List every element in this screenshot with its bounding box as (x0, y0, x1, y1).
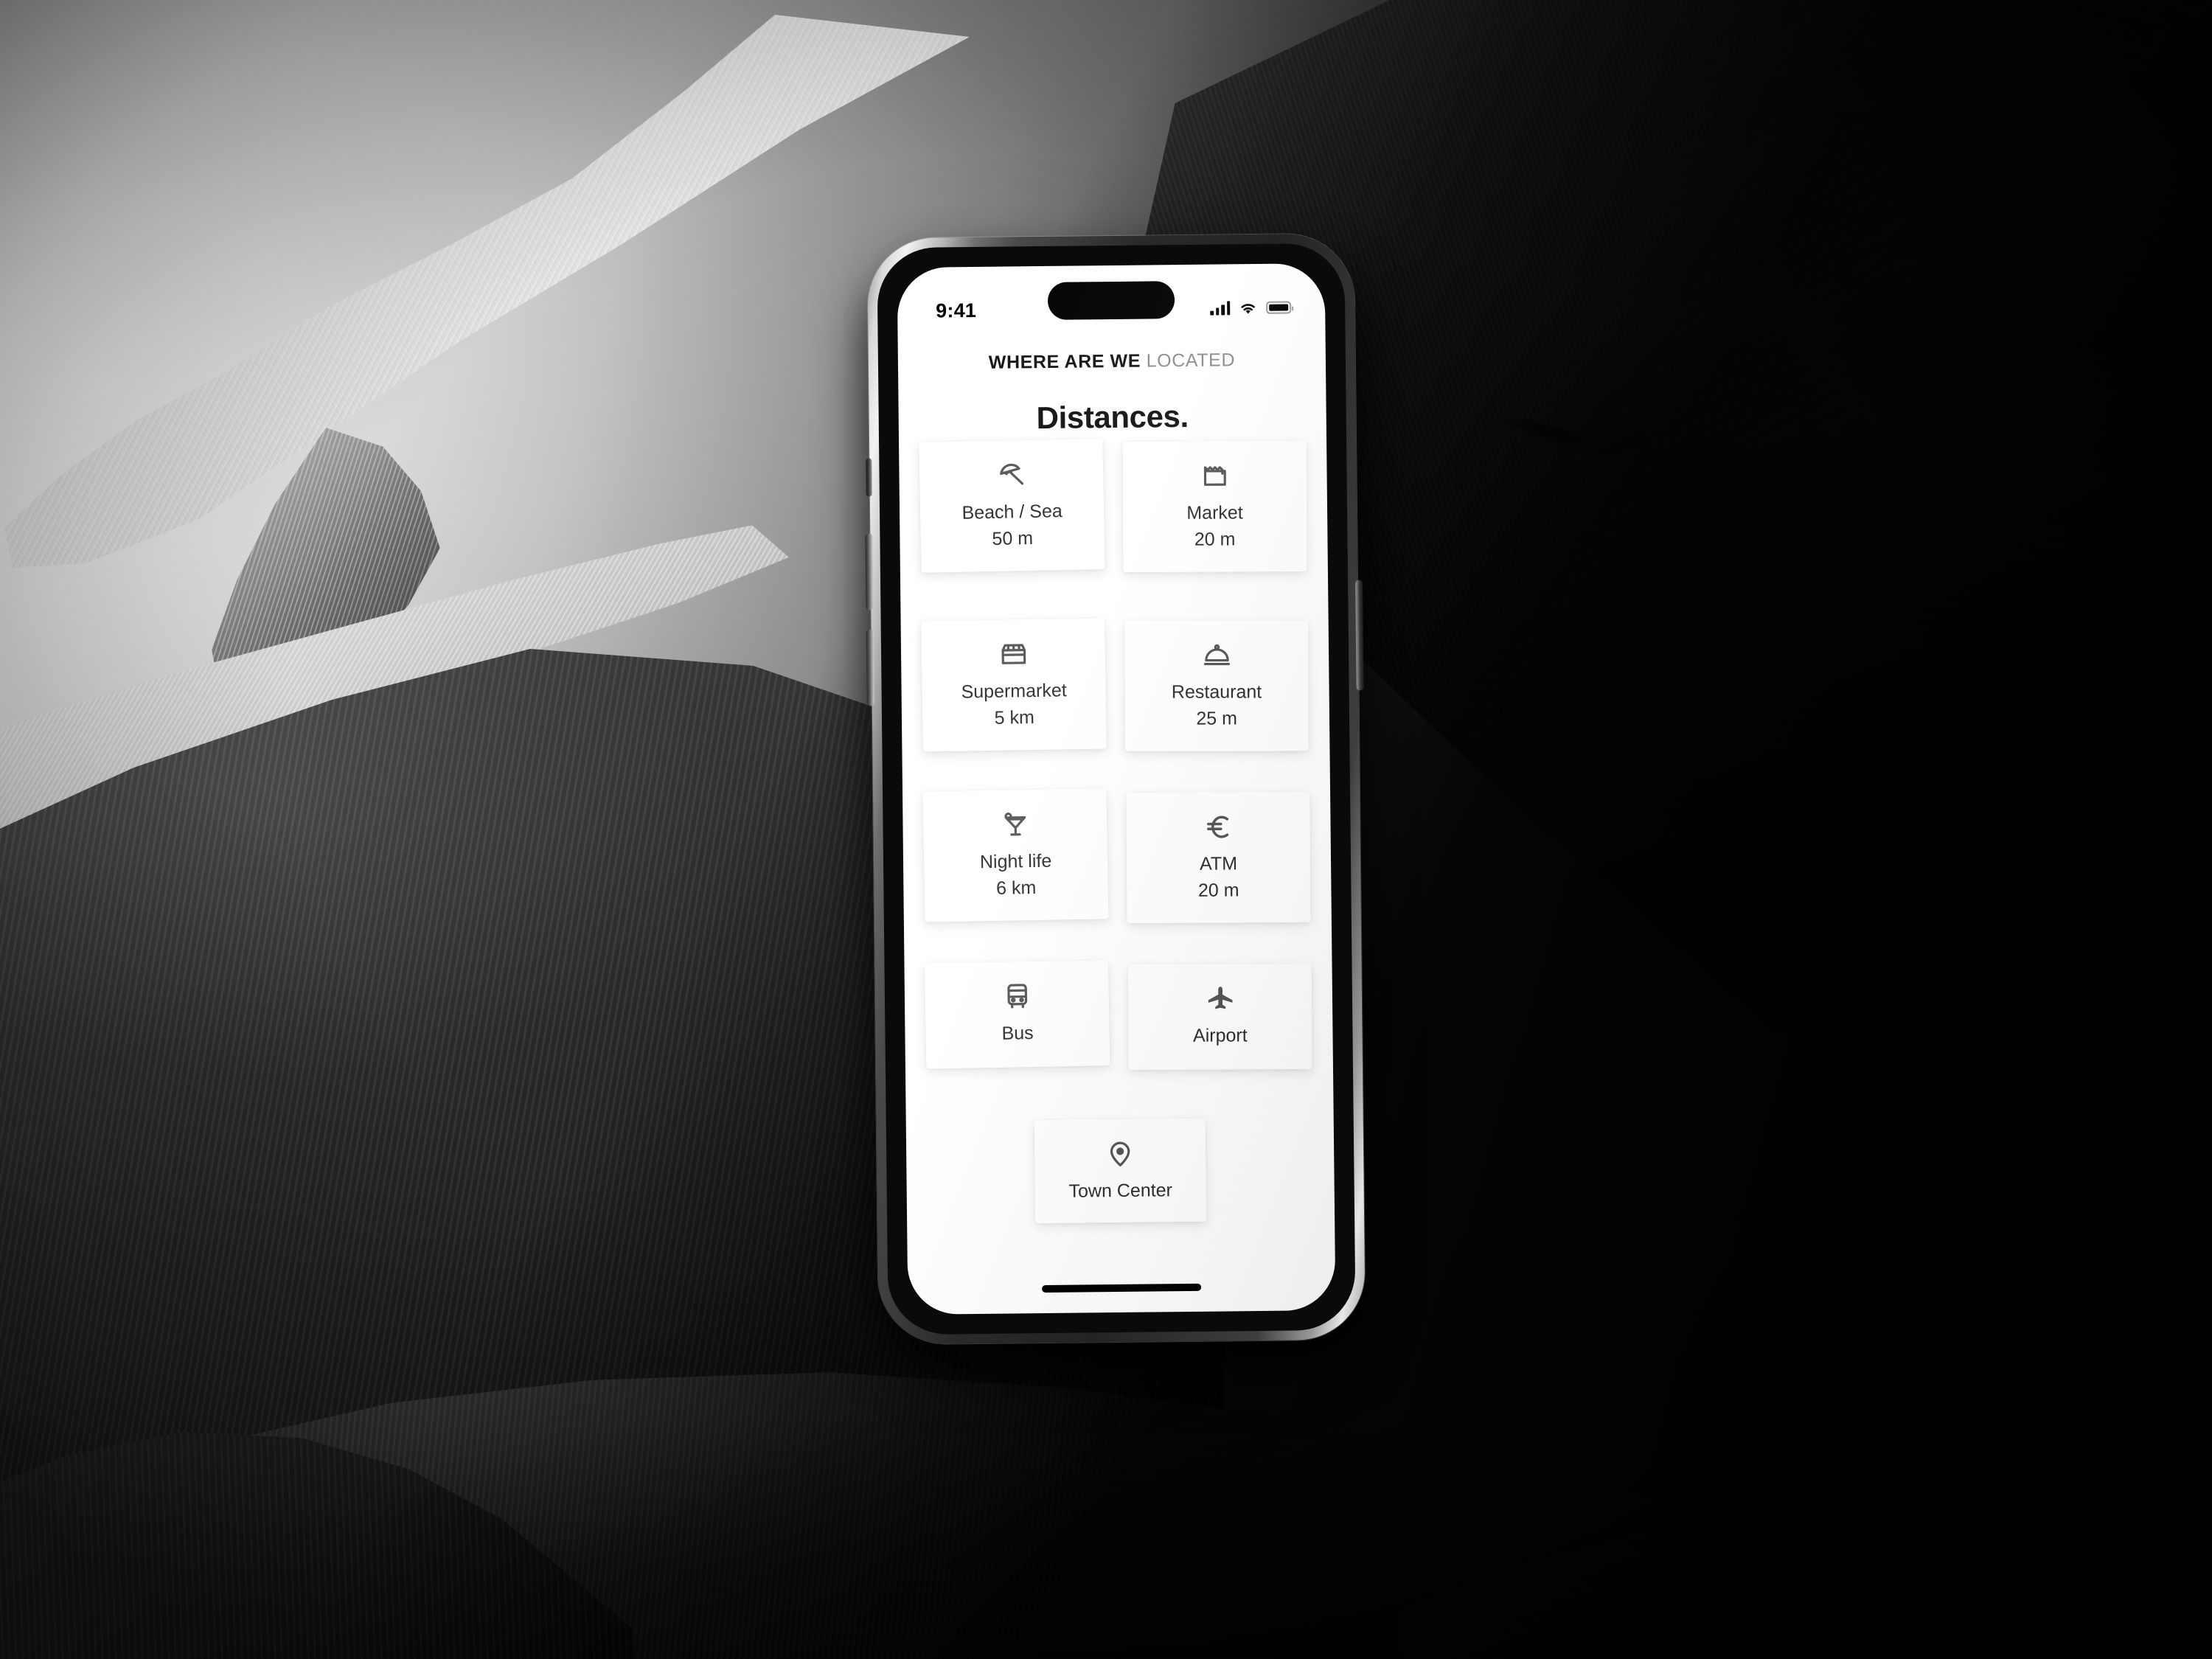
card-distance: 5 km (994, 707, 1035, 729)
distance-card-atm[interactable]: ATM 20 m (1126, 791, 1311, 924)
card-label: Restaurant (1171, 681, 1262, 703)
wifi-icon (1239, 300, 1257, 314)
card-distance: 20 m (1194, 529, 1236, 550)
phone-bezel: 9:41 WHERE ARE WE LOCATED Distances. Bea… (877, 243, 1356, 1335)
card-label: Town Center (1068, 1180, 1173, 1202)
food-cloche-icon (1202, 640, 1231, 671)
distances-grid: Beach / Sea 50 m Market 20 m Supermarket… (915, 439, 1319, 1315)
card-distance: 6 km (995, 877, 1037, 900)
phone-screen: 9:41 WHERE ARE WE LOCATED Distances. Bea… (897, 263, 1336, 1315)
status-icons (1210, 300, 1292, 316)
storefront-icon (998, 639, 1029, 670)
distance-card-market[interactable]: Market 20 m (1122, 441, 1307, 573)
airplane-icon (1206, 983, 1235, 1014)
map-pin-icon (1105, 1138, 1135, 1169)
market-stall-icon (1200, 461, 1229, 492)
distance-card-supermarket[interactable]: Supermarket 5 km (921, 618, 1107, 752)
card-label: Market (1186, 502, 1243, 524)
card-distance: 20 m (1197, 880, 1239, 901)
card-distance: 50 m (992, 528, 1034, 550)
card-distance: 25 m (1196, 708, 1237, 729)
distance-card-nightlife[interactable]: Night life 6 km (922, 788, 1109, 922)
card-label: Night life (979, 850, 1052, 873)
euro-sign-icon (1203, 811, 1233, 842)
section-eyebrow: WHERE ARE WE LOCATED (898, 349, 1326, 375)
distance-card-town-center[interactable]: Town Center (1034, 1119, 1207, 1223)
action-button[interactable] (866, 458, 872, 497)
eyebrow-lead: WHERE ARE WE (988, 350, 1141, 373)
bus-icon (1002, 981, 1032, 1012)
card-label: Bus (1001, 1023, 1034, 1044)
phone-mockup: 9:41 WHERE ARE WE LOCATED Distances. Bea… (865, 233, 1366, 1345)
card-label: Airport (1192, 1025, 1248, 1046)
volume-down-button[interactable] (866, 629, 874, 706)
volume-up-button[interactable] (865, 533, 874, 611)
battery-icon (1266, 300, 1292, 314)
cellular-signal-icon (1210, 300, 1231, 316)
phone-frame: 9:41 WHERE ARE WE LOCATED Distances. Bea… (865, 233, 1366, 1345)
eyebrow-tail: LOCATED (1146, 349, 1236, 372)
cocktail-glass-icon (1000, 809, 1030, 841)
distance-card-restaurant[interactable]: Restaurant 25 m (1124, 620, 1309, 751)
card-label: Beach / Sea (961, 501, 1062, 524)
card-label: Supermarket (961, 680, 1067, 703)
dynamic-island (1047, 281, 1175, 320)
card-label: ATM (1199, 853, 1238, 874)
page-title: Distances. (1036, 398, 1189, 436)
power-button[interactable] (1355, 580, 1364, 691)
distance-card-beach[interactable]: Beach / Sea 50 m (919, 439, 1105, 573)
status-time: 9:41 (936, 299, 977, 322)
scene: 9:41 WHERE ARE WE LOCATED Distances. Bea… (0, 0, 2212, 1659)
beach-umbrella-icon (996, 459, 1026, 491)
distance-card-airport[interactable]: Airport (1127, 964, 1312, 1071)
distance-card-bus[interactable]: Bus (924, 960, 1110, 1069)
